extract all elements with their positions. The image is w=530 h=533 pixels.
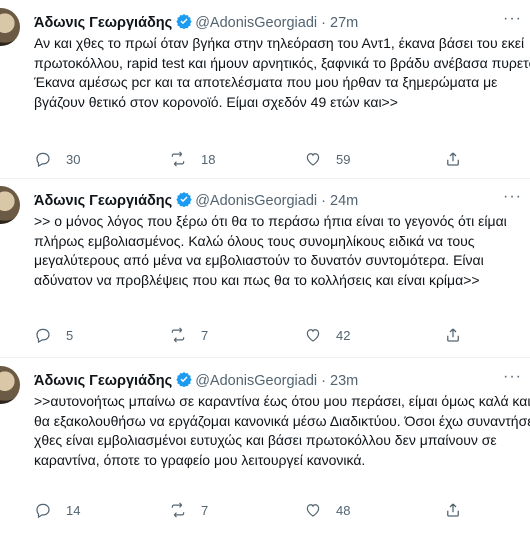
tweet-actions: 5 7 42 — [34, 326, 514, 346]
timestamp[interactable]: 27m — [330, 15, 358, 31]
reply-icon — [36, 328, 50, 344]
retweet-icon — [171, 327, 185, 343]
heart-icon — [306, 504, 320, 517]
tweet-text: >>αυτονοήτως μπαίνω σε καραντίνα έως ότο… — [34, 393, 530, 468]
tweet-actions: 14 7 48 — [34, 501, 514, 521]
reply-icon — [36, 152, 50, 168]
tweet-header: Άδωνις Γεωργιάδης @AdonisGeorgiadi · 23m — [34, 371, 358, 391]
retweet-button[interactable]: 7 — [169, 501, 208, 519]
avatar[interactable] — [0, 186, 20, 224]
author-name[interactable]: Άδωνις Γεωργιάδης — [34, 15, 172, 31]
verified-badge-icon — [176, 13, 192, 33]
like-button[interactable]: 59 — [304, 150, 350, 168]
like-button[interactable]: 42 — [304, 326, 350, 344]
like-count: 48 — [336, 502, 351, 518]
reply-button[interactable]: 30 — [34, 150, 80, 168]
share-button[interactable] — [444, 326, 462, 344]
share-button[interactable] — [444, 501, 462, 519]
share-button[interactable] — [444, 150, 462, 168]
avatar[interactable] — [0, 366, 20, 404]
retweet-count: 7 — [201, 502, 209, 518]
more-icon[interactable]: ··· — [503, 188, 522, 206]
retweet-button[interactable]: 7 — [169, 326, 208, 344]
more-icon[interactable]: ··· — [503, 368, 522, 386]
separator-dot: · — [321, 193, 327, 209]
retweet-count: 7 — [201, 327, 209, 343]
reply-icon — [36, 503, 50, 519]
tweet-text: >> ο μόνος λόγος που ξέρω ότι θα το περά… — [34, 213, 507, 288]
reply-count: 30 — [66, 151, 81, 167]
separator-dot: · — [321, 15, 327, 31]
separator-dot: · — [321, 373, 327, 389]
tweet[interactable]: Άδωνις Γεωργιάδης @AdonisGeorgiadi · 24m … — [0, 179, 530, 358]
reply-button[interactable]: 5 — [34, 326, 73, 344]
retweet-count: 18 — [201, 151, 216, 167]
like-count: 42 — [336, 327, 351, 343]
tweet-text: Αν και χθες το πρωί όταν βγήκα στην τηλε… — [34, 35, 530, 110]
like-count: 59 — [336, 151, 351, 167]
more-icon[interactable]: ··· — [503, 10, 522, 28]
author-name[interactable]: Άδωνις Γεωργιάδης — [34, 373, 172, 389]
author-name[interactable]: Άδωνις Γεωργιάδης — [34, 193, 172, 209]
verified-badge-icon — [176, 371, 192, 391]
author-handle[interactable]: @AdonisGeorgiadi — [195, 193, 317, 209]
share-icon — [447, 503, 459, 517]
share-icon — [447, 152, 459, 166]
heart-icon — [306, 329, 320, 342]
author-handle[interactable]: @AdonisGeorgiadi — [195, 373, 317, 389]
retweet-button[interactable]: 18 — [169, 150, 215, 168]
tweet[interactable]: Άδωνις Γεωργιάδης @AdonisGeorgiadi · 23m … — [0, 358, 530, 533]
share-icon — [447, 328, 459, 342]
tweet-header: Άδωνις Γεωργιάδης @AdonisGeorgiadi · 24m — [34, 191, 358, 211]
verified-badge-icon — [176, 191, 192, 211]
reply-count: 14 — [66, 502, 81, 518]
author-handle[interactable]: @AdonisGeorgiadi — [195, 15, 317, 31]
retweet-icon — [171, 151, 185, 167]
timestamp[interactable]: 24m — [330, 193, 358, 209]
avatar[interactable] — [0, 8, 20, 46]
timestamp[interactable]: 23m — [330, 373, 358, 389]
retweet-icon — [171, 502, 185, 518]
reply-count: 5 — [66, 327, 74, 343]
tweet[interactable]: Άδωνις Γεωργιάδης @AdonisGeorgiadi · 27m … — [0, 0, 530, 179]
reply-button[interactable]: 14 — [34, 501, 80, 519]
like-button[interactable]: 48 — [304, 501, 350, 519]
heart-icon — [306, 153, 320, 166]
tweet-actions: 30 18 59 — [34, 150, 514, 170]
tweet-header: Άδωνις Γεωργιάδης @AdonisGeorgiadi · 27m — [34, 13, 358, 33]
